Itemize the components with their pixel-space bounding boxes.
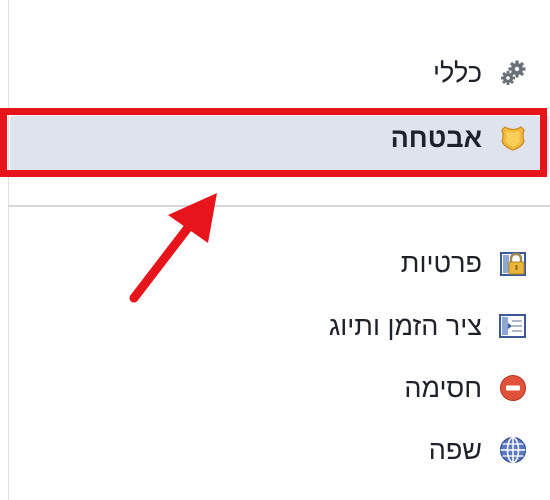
sidebar-item-label: ציר הזמן ותיוג xyxy=(328,311,482,341)
sidebar-item-label: חסימה xyxy=(404,373,482,403)
annotation-highlight-box xyxy=(0,108,547,177)
sidebar-item-blocking[interactable]: חסימה xyxy=(28,368,528,408)
annotation-arrow-icon xyxy=(129,193,217,303)
sidebar-item-label: שפה xyxy=(428,435,482,465)
sidebar-item-privacy[interactable]: פרטיות xyxy=(28,243,528,283)
section-divider xyxy=(9,205,550,207)
sidebar-item-label: כללי xyxy=(433,58,482,88)
timeline-icon xyxy=(498,311,528,341)
sidebar-item-general[interactable]: כללי xyxy=(28,53,528,93)
sidebar-item-timeline-tagging[interactable]: ציר הזמן ותיוג xyxy=(28,306,528,346)
sidebar-item-language[interactable]: שפה xyxy=(28,430,528,470)
settings-sidebar: כללי אבטחה פרטיות ציר הזמן ותיוג חסימה ש… xyxy=(9,0,550,500)
sidebar-item-label: פרטיות xyxy=(400,248,482,278)
gears-icon xyxy=(498,58,528,88)
globe-icon xyxy=(498,435,528,465)
block-icon xyxy=(498,373,528,403)
lock-icon xyxy=(498,248,528,278)
